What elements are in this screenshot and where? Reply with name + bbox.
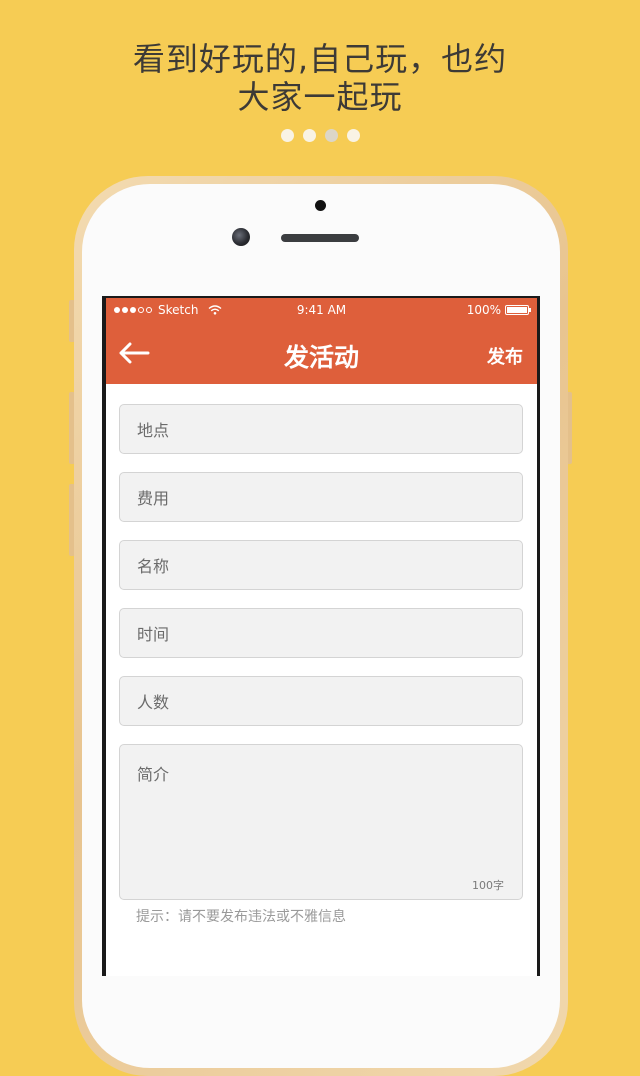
form-tip: 提示：请不要发布违法或不雅信息 — [136, 909, 346, 925]
promo-headline: 看到好玩的,自己玩，也约 大家一起玩 — [0, 40, 640, 116]
phone-screen: Sketch 9:41 AM 100% 发活动 发布 地点 费用 名称 时间 人… — [102, 296, 540, 976]
proximity-sensor — [315, 200, 326, 211]
people-count-placeholder: 人数 — [137, 693, 170, 712]
page-title: 发活动 — [283, 343, 359, 372]
time-placeholder: 时间 — [137, 625, 170, 644]
fee-field[interactable]: 费用 — [119, 472, 523, 522]
activity-form: 地点 费用 名称 时间 人数 简介 100字 提示：请不要发布违法或不雅信息 — [106, 384, 537, 926]
page-dot[interactable] — [346, 129, 360, 142]
status-time: 9:41 AM — [296, 303, 347, 317]
page-indicator[interactable] — [0, 129, 640, 142]
status-bar: Sketch 9:41 AM 100% — [106, 298, 537, 322]
intro-placeholder: 简介 — [137, 765, 170, 784]
promo-headline-line2: 大家一起玩 — [237, 78, 403, 116]
publish-button[interactable]: 发布 — [487, 343, 523, 369]
battery-icon — [505, 305, 531, 315]
intro-textarea[interactable]: 简介 100字 — [119, 744, 523, 900]
page-dot[interactable] — [302, 129, 316, 142]
page-dot[interactable] — [280, 129, 294, 142]
page-dot-active[interactable] — [324, 129, 338, 142]
people-count-field[interactable]: 人数 — [119, 676, 523, 726]
char-limit: 100字 — [472, 879, 504, 892]
earpiece-speaker — [281, 234, 359, 242]
location-field[interactable]: 地点 — [119, 404, 523, 454]
front-camera-icon — [232, 228, 250, 246]
promo-headline-line1: 看到好玩的,自己玩，也约 — [132, 40, 508, 78]
nav-bar: 发活动 发布 — [106, 322, 537, 384]
name-field[interactable]: 名称 — [119, 540, 523, 590]
name-placeholder: 名称 — [137, 557, 170, 576]
time-field[interactable]: 时间 — [119, 608, 523, 658]
location-placeholder: 地点 — [137, 421, 170, 440]
app-screen: Sketch 9:41 AM 100% 发活动 发布 地点 费用 名称 时间 人… — [106, 298, 537, 976]
fee-placeholder: 费用 — [137, 489, 170, 508]
